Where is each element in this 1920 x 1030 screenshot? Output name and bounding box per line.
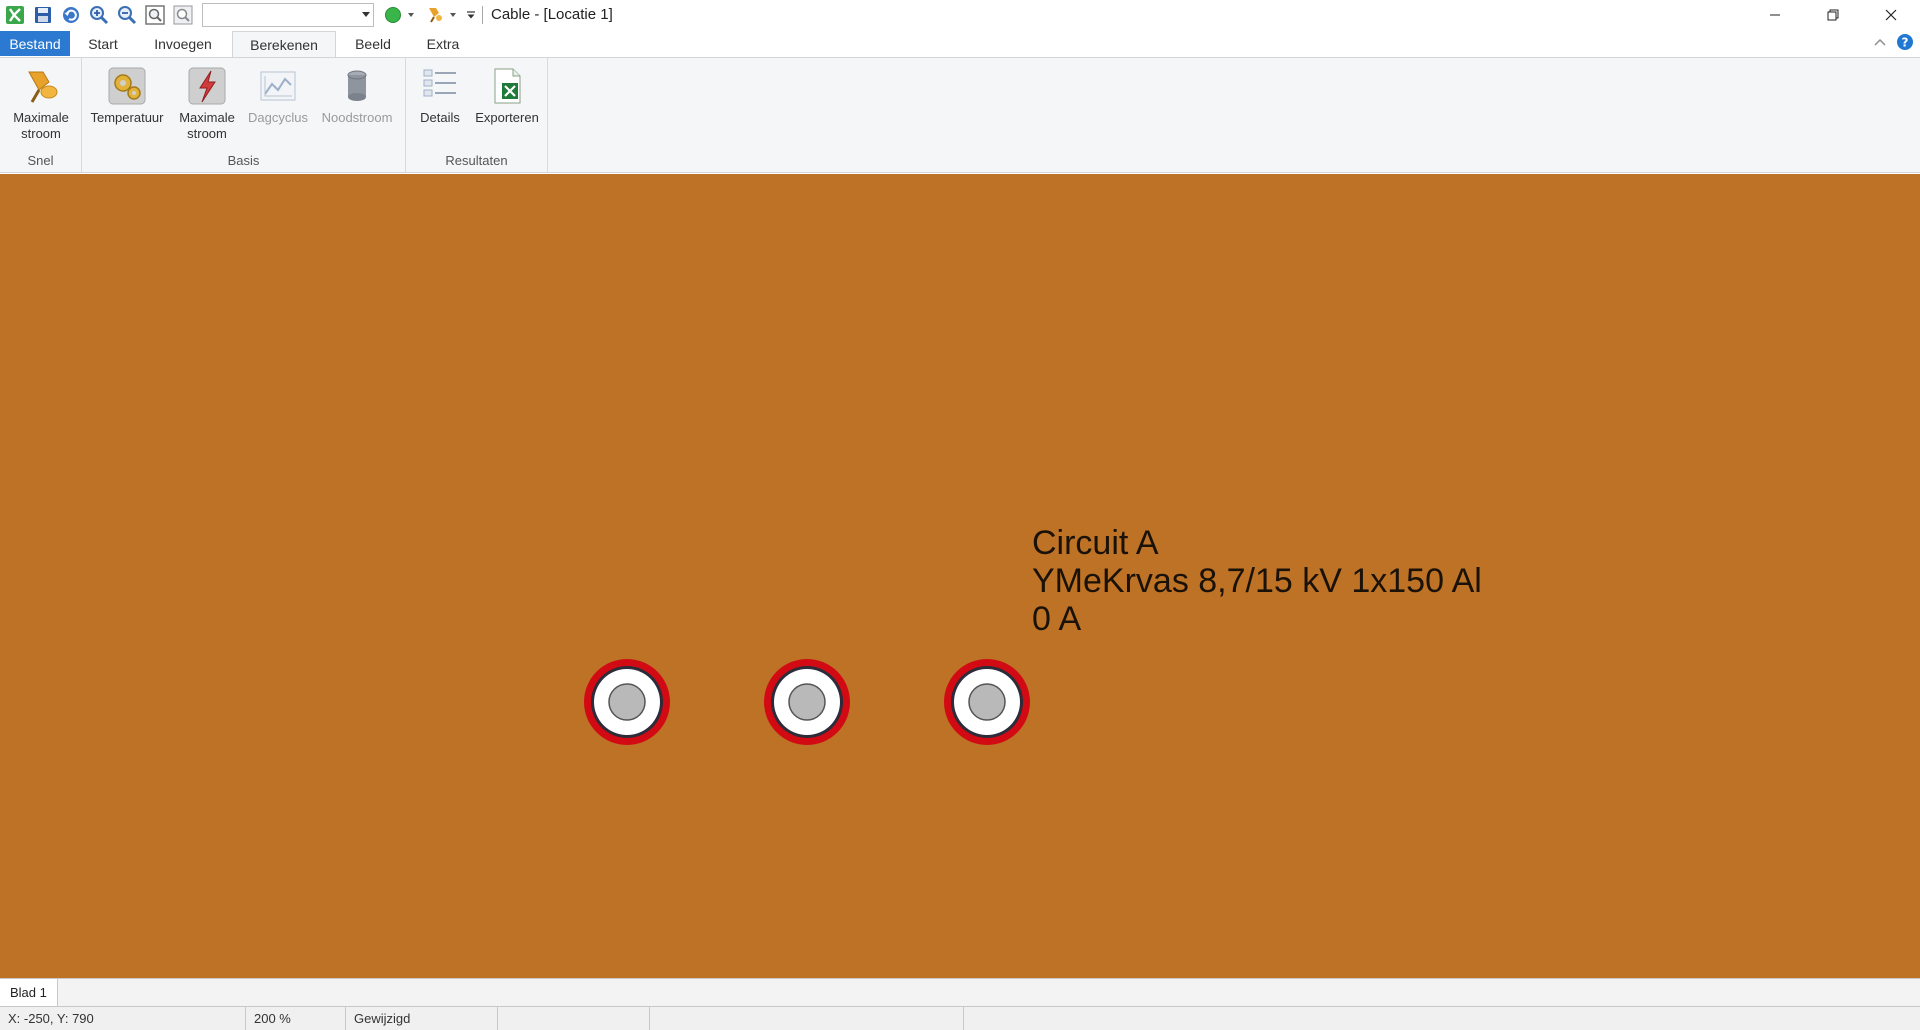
ribbon: Maximale stroom Snel Temperatuur Maximal… (0, 57, 1920, 173)
ribbon-right-controls: ? (1874, 33, 1914, 51)
tab-start[interactable]: Start (78, 31, 128, 57)
sheet-tab[interactable]: Blad 1 (0, 979, 58, 1006)
status-modified: Gewijzigd (346, 1007, 498, 1030)
cable-3[interactable] (942, 657, 1032, 747)
status-bar: X: -250, Y: 790 200 % Gewijzigd (0, 1006, 1920, 1030)
excel-export-icon (487, 64, 527, 108)
title-separator (482, 5, 483, 24)
window-controls (1746, 0, 1920, 29)
cylinder-icon (337, 64, 377, 108)
minimize-button[interactable] (1746, 0, 1804, 29)
zoom-select-icon[interactable] (170, 2, 196, 28)
restore-button[interactable] (1804, 0, 1862, 29)
tab-label: Berekenen (250, 37, 318, 53)
gears-icon (107, 64, 147, 108)
ribbon-group-basis: Temperatuur Maximale stroom Dagcyclus No… (82, 58, 406, 172)
details-list-icon (420, 64, 460, 108)
status-empty-3 (964, 1007, 1920, 1030)
tab-berekenen[interactable]: Berekenen (232, 31, 336, 58)
circuit-name: Circuit A (1032, 524, 1159, 562)
tab-label: Start (88, 36, 118, 52)
pushpin-icon[interactable] (422, 2, 448, 28)
button-label: Noodstroom (321, 110, 393, 125)
tab-invoegen[interactable]: Invoegen (144, 31, 222, 57)
app-icon[interactable] (2, 2, 28, 28)
pushpin-icon (21, 64, 61, 108)
tab-label: Bestand (9, 35, 61, 52)
tab-label: Extra (426, 36, 460, 52)
status-empty-1 (498, 1007, 650, 1030)
tab-label: Beeld (355, 36, 391, 52)
button-label: Maximale stroom (179, 110, 235, 141)
close-button[interactable] (1862, 0, 1920, 29)
title-bar: Cable - [Locatie 1] (0, 0, 1920, 29)
zoom-fit-icon[interactable] (142, 2, 168, 28)
status-dropdown-icon[interactable] (408, 12, 414, 17)
quick-access-toolbar: Cable - [Locatie 1] (0, 0, 613, 29)
quick-access-combo[interactable] (202, 2, 374, 27)
coordinates-text: X: -250, Y: 790 (8, 1011, 94, 1026)
basis-maximale-stroom-button[interactable]: Maximale stroom (172, 64, 242, 142)
chevron-down-icon (362, 11, 370, 17)
tab-beeld[interactable]: Beeld (346, 31, 400, 57)
button-label: Maximale stroom (13, 110, 69, 141)
button-label: Exporteren (475, 110, 539, 125)
svg-text:?: ? (1902, 36, 1909, 50)
modified-text: Gewijzigd (354, 1011, 411, 1026)
circuit-label[interactable]: Circuit A YMeKrvas 8,7/15 kV 1x150 Al 0 … (1032, 524, 1482, 638)
ribbon-tab-row: Bestand Start Invoegen Berekenen Beeld E… (0, 29, 1920, 58)
ribbon-group-resultaten: Details Exporteren Resultaten (406, 58, 548, 172)
cable-type: YMeKrvas 8,7/15 kV 1x150 Al (1032, 562, 1482, 600)
exporteren-button[interactable]: Exporteren (470, 64, 544, 126)
window-title: Cable - [Locatie 1] (491, 6, 613, 23)
dagcyclus-button[interactable]: Dagcyclus (242, 64, 314, 126)
status-circle-icon[interactable] (380, 2, 406, 28)
status-zoom: 200 % (246, 1007, 346, 1030)
button-label: Details (420, 110, 460, 125)
button-label: Temperatuur (90, 110, 164, 125)
app-window: Cable - [Locatie 1] Bestand Start Invoeg… (0, 0, 1920, 1030)
customize-icon[interactable] (464, 2, 478, 28)
status-empty-2 (650, 1007, 964, 1030)
undo-icon[interactable] (58, 2, 84, 28)
tab-extra[interactable]: Extra (414, 31, 472, 57)
cable-2[interactable] (762, 657, 852, 747)
ribbon-group-snel: Maximale stroom Snel (0, 58, 82, 172)
zoom-in-icon[interactable] (86, 2, 112, 28)
noodstroom-button[interactable]: Noodstroom (312, 64, 402, 126)
cable-current: 0 A (1032, 600, 1082, 638)
tab-label: Invoegen (154, 36, 212, 52)
button-label: Dagcyclus (248, 110, 308, 125)
group-label: Snel (27, 153, 54, 168)
zoom-text: 200 % (254, 1011, 291, 1026)
save-icon[interactable] (30, 2, 56, 28)
help-icon[interactable]: ? (1896, 33, 1914, 51)
snel-maximale-stroom-button[interactable]: Maximale stroom (4, 64, 78, 142)
zoom-out-icon[interactable] (114, 2, 140, 28)
cable-1[interactable] (582, 657, 672, 747)
group-label: Resultaten (445, 153, 508, 168)
collapse-ribbon-icon[interactable] (1874, 38, 1886, 46)
pushpin-dropdown-icon[interactable] (450, 12, 456, 17)
temperatuur-button[interactable]: Temperatuur (86, 64, 168, 126)
chart-icon (258, 64, 298, 108)
group-label: Basis (227, 153, 260, 168)
status-coordinates: X: -250, Y: 790 (0, 1007, 246, 1030)
sheet-tab-bar: Blad 1 (0, 978, 1920, 1006)
sheet-tab-label: Blad 1 (10, 985, 47, 1000)
drawing-canvas[interactable]: Circuit A YMeKrvas 8,7/15 kV 1x150 Al 0 … (0, 174, 1920, 978)
tab-bestand[interactable]: Bestand (0, 31, 70, 56)
lightning-icon (187, 64, 227, 108)
details-button[interactable]: Details (410, 64, 470, 126)
